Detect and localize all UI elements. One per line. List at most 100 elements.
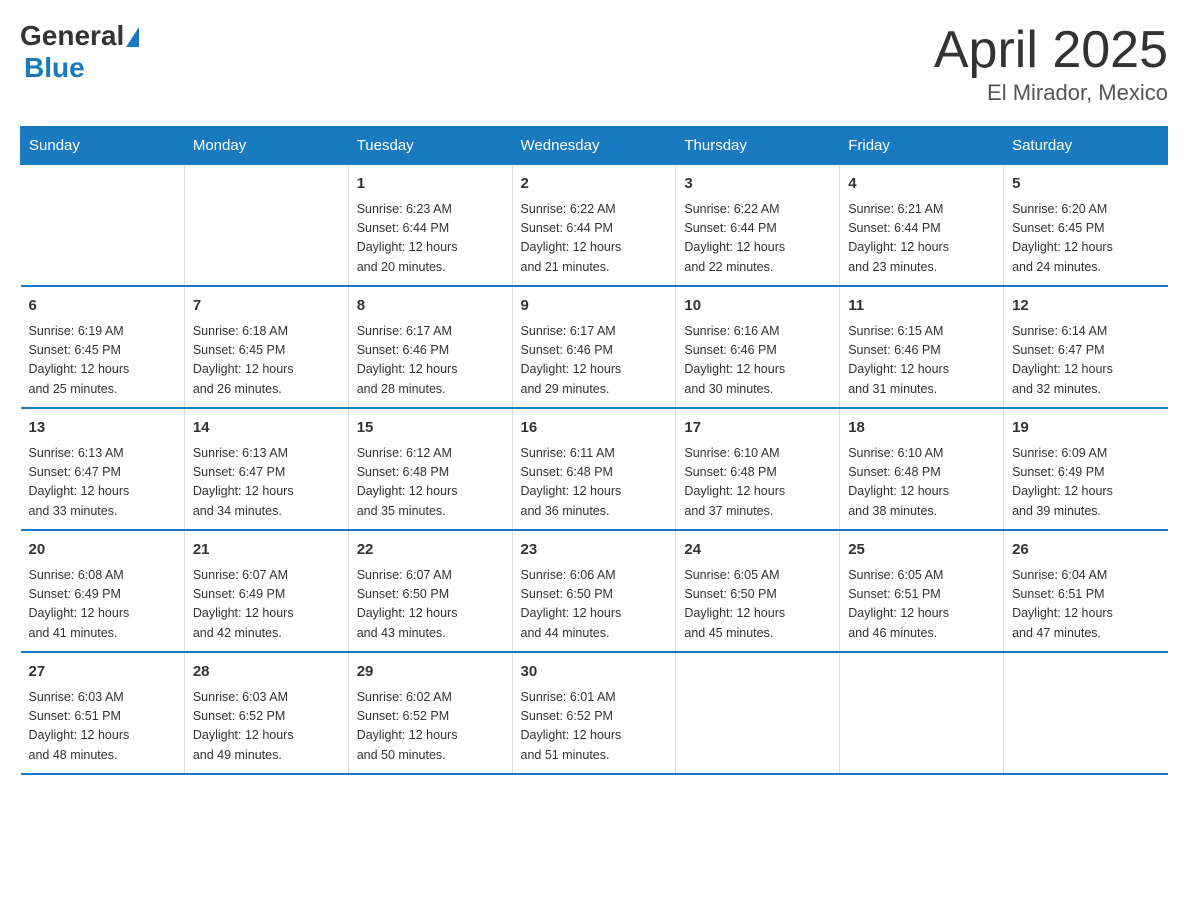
calendar-cell: 9 Sunrise: 6:17 AM Sunset: 6:46 PM Daylig… bbox=[512, 286, 676, 408]
day-info: Sunrise: 6:22 AM Sunset: 6:44 PM Dayligh… bbox=[521, 200, 668, 278]
day-number: 29 bbox=[357, 661, 504, 684]
calendar-cell: 29 Sunrise: 6:02 AM Sunset: 6:52 PM Dayli… bbox=[348, 652, 512, 774]
calendar-cell: 27 Sunrise: 6:03 AM Sunset: 6:51 PM Dayli… bbox=[21, 652, 185, 774]
day-number: 1 bbox=[357, 173, 504, 196]
calendar-cell: 7Sunrise: 6:18 AM Sunset: 6:45 PM Daylig… bbox=[184, 286, 348, 408]
day-info: Sunrise: 6:18 AM Sunset: 6:45 PM Dayligh… bbox=[193, 322, 340, 400]
day-info: Sunrise: 6:20 AM Sunset: 6:45 PM Dayligh… bbox=[1012, 200, 1159, 278]
day-info: Sunrise: 6:05 AM Sunset: 6:50 PM Dayligh… bbox=[684, 566, 831, 644]
calendar-title: April 2025 bbox=[934, 20, 1168, 80]
week-row-2: 6 Sunrise: 6:19 AM Sunset: 6:45 PM Daylig… bbox=[21, 286, 1168, 408]
day-info: Sunrise: 6:02 AM Sunset: 6:52 PM Dayligh… bbox=[357, 688, 504, 766]
calendar-subtitle: El Mirador, Mexico bbox=[934, 80, 1168, 106]
day-info: Sunrise: 6:03 AM Sunset: 6:52 PM Dayligh… bbox=[193, 688, 340, 766]
day-info: Sunrise: 6:16 AM Sunset: 6:46 PM Dayligh… bbox=[684, 322, 831, 400]
calendar-cell: 19 Sunrise: 6:09 AM Sunset: 6:49 PM Dayli… bbox=[1004, 408, 1168, 530]
day-number: 25 bbox=[848, 539, 995, 562]
header-friday: Friday bbox=[840, 127, 1004, 165]
day-number: 17 bbox=[684, 417, 831, 440]
calendar-cell: 24 Sunrise: 6:05 AM Sunset: 6:50 PM Dayli… bbox=[676, 530, 840, 652]
day-info: Sunrise: 6:14 AM Sunset: 6:47 PM Dayligh… bbox=[1012, 322, 1159, 400]
day-info: Sunrise: 6:19 AM Sunset: 6:45 PM Dayligh… bbox=[29, 322, 176, 400]
day-info: Sunrise: 6:03 AM Sunset: 6:51 PM Dayligh… bbox=[29, 688, 176, 766]
calendar-cell: 22 Sunrise: 6:07 AM Sunset: 6:50 PM Dayli… bbox=[348, 530, 512, 652]
header-saturday: Saturday bbox=[1004, 127, 1168, 165]
header-sunday: Sunday bbox=[21, 127, 185, 165]
day-number: 26 bbox=[1012, 539, 1159, 562]
calendar-cell: 17 Sunrise: 6:10 AM Sunset: 6:48 PM Dayli… bbox=[676, 408, 840, 530]
day-number: 5 bbox=[1012, 173, 1159, 196]
calendar-cell: 1 Sunrise: 6:23 AM Sunset: 6:44 PM Daylig… bbox=[348, 165, 512, 287]
day-number: 3 bbox=[684, 173, 831, 196]
day-number: 9 bbox=[521, 295, 668, 318]
page-header: General Blue April 2025 El Mirador, Mexi… bbox=[20, 20, 1168, 106]
day-info: Sunrise: 6:07 AM Sunset: 6:50 PM Dayligh… bbox=[357, 566, 504, 644]
day-number: 22 bbox=[357, 539, 504, 562]
header-thursday: Thursday bbox=[676, 127, 840, 165]
day-number: 16 bbox=[521, 417, 668, 440]
day-number: 14 bbox=[193, 417, 340, 440]
logo-blue: Blue bbox=[24, 52, 85, 84]
calendar-cell: 8 Sunrise: 6:17 AM Sunset: 6:46 PM Daylig… bbox=[348, 286, 512, 408]
calendar-cell: 23 Sunrise: 6:06 AM Sunset: 6:50 PM Dayli… bbox=[512, 530, 676, 652]
day-info: Sunrise: 6:23 AM Sunset: 6:44 PM Dayligh… bbox=[357, 200, 504, 278]
calendar-header-row: SundayMondayTuesdayWednesdayThursdayFrid… bbox=[21, 127, 1168, 165]
calendar-cell: 20 Sunrise: 6:08 AM Sunset: 6:49 PM Dayli… bbox=[21, 530, 185, 652]
day-number: 20 bbox=[29, 539, 176, 562]
day-info: Sunrise: 6:07 AM Sunset: 6:49 PM Dayligh… bbox=[193, 566, 340, 644]
day-number: 19 bbox=[1012, 417, 1159, 440]
day-info: Sunrise: 6:17 AM Sunset: 6:46 PM Dayligh… bbox=[357, 322, 504, 400]
day-number: 23 bbox=[521, 539, 668, 562]
calendar-cell: 4Sunrise: 6:21 AM Sunset: 6:44 PM Daylig… bbox=[840, 165, 1004, 287]
day-info: Sunrise: 6:01 AM Sunset: 6:52 PM Dayligh… bbox=[521, 688, 668, 766]
day-info: Sunrise: 6:09 AM Sunset: 6:49 PM Dayligh… bbox=[1012, 444, 1159, 522]
day-number: 30 bbox=[521, 661, 668, 684]
day-info: Sunrise: 6:22 AM Sunset: 6:44 PM Dayligh… bbox=[684, 200, 831, 278]
header-tuesday: Tuesday bbox=[348, 127, 512, 165]
day-info: Sunrise: 6:15 AM Sunset: 6:46 PM Dayligh… bbox=[848, 322, 995, 400]
calendar-cell: 3 Sunrise: 6:22 AM Sunset: 6:44 PM Daylig… bbox=[676, 165, 840, 287]
title-block: April 2025 El Mirador, Mexico bbox=[934, 20, 1168, 106]
day-number: 27 bbox=[29, 661, 176, 684]
header-monday: Monday bbox=[184, 127, 348, 165]
day-number: 21 bbox=[193, 539, 340, 562]
calendar-cell: 5 Sunrise: 6:20 AM Sunset: 6:45 PM Daylig… bbox=[1004, 165, 1168, 287]
logo: General Blue bbox=[20, 20, 139, 84]
header-wednesday: Wednesday bbox=[512, 127, 676, 165]
logo-general: General bbox=[20, 20, 124, 52]
day-info: Sunrise: 6:10 AM Sunset: 6:48 PM Dayligh… bbox=[684, 444, 831, 522]
day-info: Sunrise: 6:08 AM Sunset: 6:49 PM Dayligh… bbox=[29, 566, 176, 644]
calendar-cell bbox=[184, 165, 348, 287]
week-row-5: 27 Sunrise: 6:03 AM Sunset: 6:51 PM Dayli… bbox=[21, 652, 1168, 774]
day-info: Sunrise: 6:05 AM Sunset: 6:51 PM Dayligh… bbox=[848, 566, 995, 644]
day-number: 6 bbox=[29, 295, 176, 318]
calendar-cell: 13Sunrise: 6:13 AM Sunset: 6:47 PM Dayli… bbox=[21, 408, 185, 530]
day-info: Sunrise: 6:06 AM Sunset: 6:50 PM Dayligh… bbox=[521, 566, 668, 644]
calendar-cell: 10Sunrise: 6:16 AM Sunset: 6:46 PM Dayli… bbox=[676, 286, 840, 408]
day-info: Sunrise: 6:17 AM Sunset: 6:46 PM Dayligh… bbox=[521, 322, 668, 400]
calendar-cell bbox=[21, 165, 185, 287]
day-info: Sunrise: 6:12 AM Sunset: 6:48 PM Dayligh… bbox=[357, 444, 504, 522]
calendar-cell: 2Sunrise: 6:22 AM Sunset: 6:44 PM Daylig… bbox=[512, 165, 676, 287]
week-row-1: 1 Sunrise: 6:23 AM Sunset: 6:44 PM Daylig… bbox=[21, 165, 1168, 287]
day-number: 12 bbox=[1012, 295, 1159, 318]
day-number: 15 bbox=[357, 417, 504, 440]
day-number: 18 bbox=[848, 417, 995, 440]
calendar-table: SundayMondayTuesdayWednesdayThursdayFrid… bbox=[20, 126, 1168, 775]
calendar-cell bbox=[840, 652, 1004, 774]
day-number: 4 bbox=[848, 173, 995, 196]
calendar-cell: 12 Sunrise: 6:14 AM Sunset: 6:47 PM Dayli… bbox=[1004, 286, 1168, 408]
calendar-cell: 26Sunrise: 6:04 AM Sunset: 6:51 PM Dayli… bbox=[1004, 530, 1168, 652]
day-number: 28 bbox=[193, 661, 340, 684]
calendar-cell: 30 Sunrise: 6:01 AM Sunset: 6:52 PM Dayli… bbox=[512, 652, 676, 774]
day-info: Sunrise: 6:13 AM Sunset: 6:47 PM Dayligh… bbox=[193, 444, 340, 522]
day-number: 24 bbox=[684, 539, 831, 562]
calendar-cell: 21 Sunrise: 6:07 AM Sunset: 6:49 PM Dayli… bbox=[184, 530, 348, 652]
day-number: 11 bbox=[848, 295, 995, 318]
calendar-cell: 25 Sunrise: 6:05 AM Sunset: 6:51 PM Dayli… bbox=[840, 530, 1004, 652]
day-info: Sunrise: 6:10 AM Sunset: 6:48 PM Dayligh… bbox=[848, 444, 995, 522]
day-number: 8 bbox=[357, 295, 504, 318]
day-info: Sunrise: 6:11 AM Sunset: 6:48 PM Dayligh… bbox=[521, 444, 668, 522]
calendar-cell: 18 Sunrise: 6:10 AM Sunset: 6:48 PM Dayli… bbox=[840, 408, 1004, 530]
calendar-cell bbox=[1004, 652, 1168, 774]
